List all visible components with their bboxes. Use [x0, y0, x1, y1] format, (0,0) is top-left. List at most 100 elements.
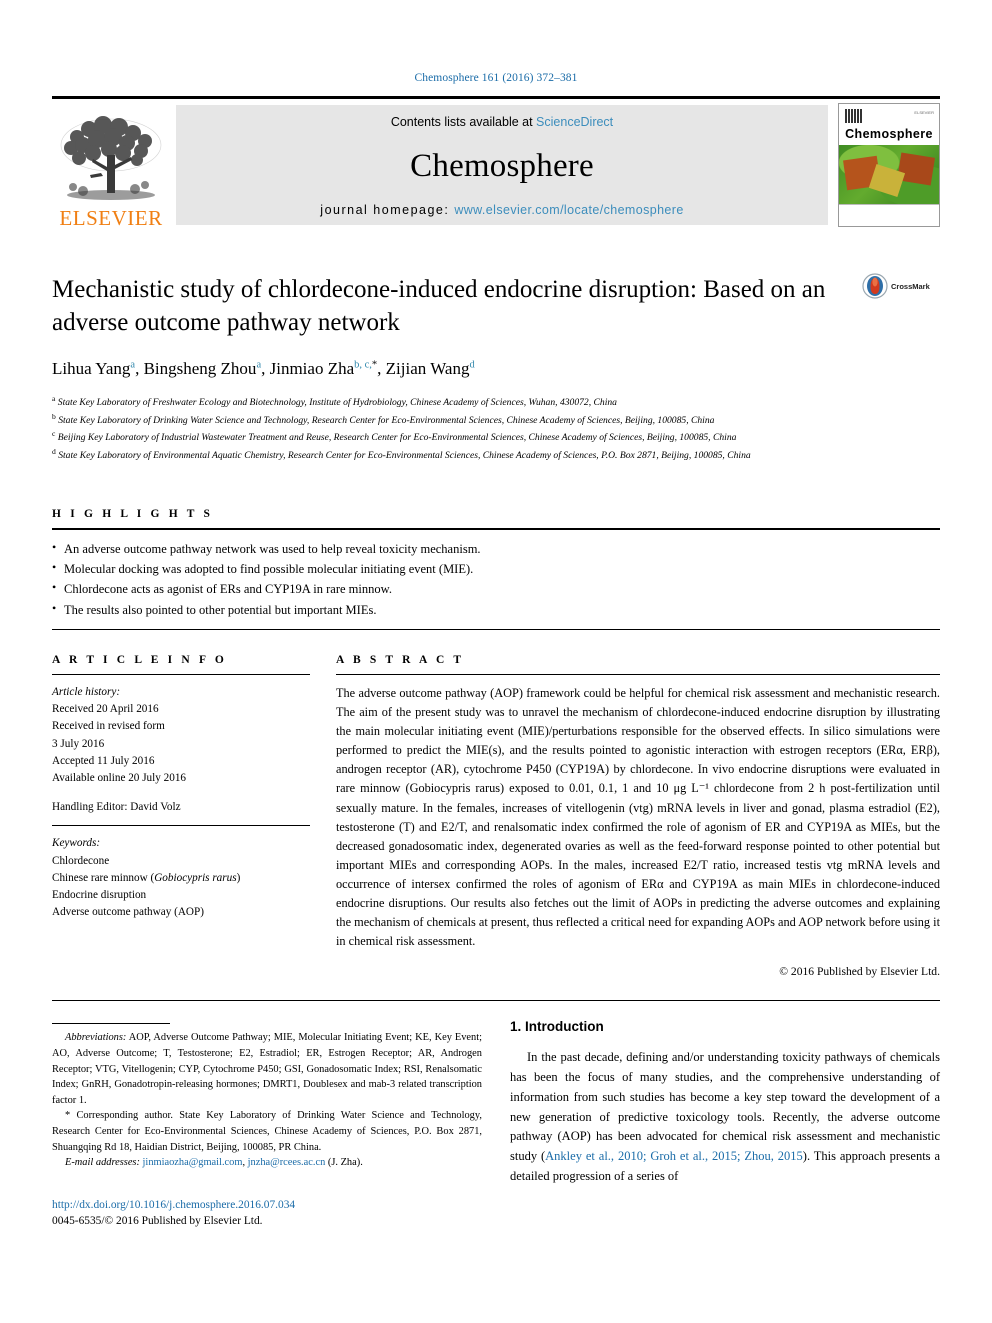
email-link[interactable]: jnzha@rcees.ac.cn: [248, 1157, 326, 1168]
author-name: Zijian Wang: [385, 359, 470, 378]
page-title: Mechanistic study of chlordecone-induced…: [52, 276, 826, 336]
abstract-heading: A B S T R A C T: [336, 653, 465, 666]
list-item: The results also pointed to other potent…: [52, 599, 940, 620]
email-link[interactable]: jinmiaozha@gmail.com: [143, 1157, 243, 1168]
species-name: Gobiocypris rarus: [154, 871, 237, 884]
crossmark-badge[interactable]: CrossMark: [862, 273, 940, 299]
author-affiliation-mark: a: [130, 359, 136, 371]
footnote-separator-rule: [52, 1023, 170, 1025]
issn-copyright-line: 0045-6535/© 2016 Published by Elsevier L…: [52, 1215, 263, 1228]
article-history: Article history: Received 20 April 2016 …: [52, 675, 310, 788]
abstract-text: The adverse outcome pathway (AOP) framew…: [336, 685, 940, 949]
affiliation-item: c Beijing Key Laboratory of Industrial W…: [52, 428, 940, 446]
list-item: Molecular docking was adopted to find po…: [52, 558, 940, 579]
abstract-copyright: © 2016 Published by Elsevier Ltd.: [779, 965, 940, 979]
email-footnote: E-mail addresses: jinmiaozha@gmail.com, …: [65, 1157, 363, 1169]
author-name: Bingsheng Zhou: [143, 359, 257, 378]
journal-cover-thumbnail: ELSEVIER Chemosphere: [838, 103, 940, 227]
footnote-block: Abbreviations: AOP, Adverse Outcome Path…: [52, 1030, 482, 1170]
highlights-heading: H I G H L I G H T S: [52, 507, 214, 520]
highlights-section: H I G H L I G H T S An adverse outcome p…: [52, 508, 940, 630]
abbreviations-label: Abbreviations:: [65, 1032, 127, 1044]
highlights-bottom-rule: [52, 628, 940, 630]
elsevier-tree-icon: [60, 116, 162, 200]
keyword-item: Chlordecone: [52, 854, 110, 867]
author-name: Lihua Yang: [52, 359, 131, 378]
affiliation-mark: b: [52, 411, 56, 421]
page-divider-rule: [52, 1000, 940, 1002]
abbreviations-footnote: Abbreviations: AOP, Adverse Outcome Path…: [52, 1030, 482, 1108]
keywords-block: Keywords: Chlordecone Chinese rare minno…: [52, 826, 310, 921]
email-attribution: (J. Zha).: [327, 1157, 363, 1169]
homepage-url-link[interactable]: www.elsevier.com/locate/chemosphere: [454, 203, 683, 217]
journal-homepage-line: journal homepage: www.elsevier.com/locat…: [320, 203, 683, 217]
author-affiliation-mark: d: [469, 359, 475, 371]
citation-link[interactable]: Ankley et al., 2010; Groh et al., 2015; …: [545, 1149, 803, 1163]
keywords-label: Keywords:: [52, 837, 101, 850]
cover-top: ELSEVIER Chemosphere: [839, 104, 939, 145]
highlights-list: An adverse outcome pathway network was u…: [52, 530, 940, 629]
doi-block: http://dx.doi.org/10.1016/j.chemosphere.…: [52, 1197, 482, 1230]
abstract-column: A B S T R A C T The adverse outcome path…: [336, 653, 940, 979]
barcode-icon: [845, 109, 863, 123]
crossmark-icon: [862, 273, 888, 299]
cover-publisher-label: ELSEVIER: [914, 110, 934, 115]
footer-columns: Abbreviations: AOP, Adverse Outcome Path…: [52, 1019, 940, 1230]
author-list: Lihua Yanga, Bingsheng Zhoua, Jinmiao Zh…: [52, 359, 475, 378]
history-item: Received in revised form: [52, 720, 165, 733]
introduction-heading: 1. Introduction: [510, 1019, 604, 1035]
history-item: Available online 20 July 2016: [52, 772, 187, 785]
affiliation-mark: d: [52, 447, 56, 457]
crossmark-label: CrossMark: [891, 281, 930, 291]
history-item: Accepted 11 July 2016: [52, 754, 155, 767]
email-label: E-mail addresses:: [65, 1157, 140, 1169]
journal-title: Chemosphere: [410, 147, 594, 184]
journal-article-page: Chemosphere 161 (2016) 372–381 ELSEVIER …: [0, 0, 992, 1323]
affiliation-item: d State Key Laboratory of Environmental …: [52, 446, 940, 464]
doi-link[interactable]: http://dx.doi.org/10.1016/j.chemosphere.…: [52, 1197, 482, 1214]
keyword-item: Adverse outcome pathway (AOP): [52, 906, 204, 919]
affiliation-item: a State Key Laboratory of Freshwater Eco…: [52, 393, 940, 411]
cover-bottom: [839, 204, 939, 226]
elsevier-logo: ELSEVIER: [52, 99, 170, 231]
keyword-item: Endocrine disruption: [52, 889, 147, 902]
journal-masthead: ELSEVIER Contents lists available at Sci…: [52, 96, 940, 231]
affiliation-mark: a: [52, 394, 56, 403]
affiliation-list: a State Key Laboratory of Freshwater Eco…: [52, 393, 940, 464]
author-name: Jinmiao Zha: [269, 359, 355, 378]
corresponding-author-footnote: * Corresponding author. State Key Labora…: [52, 1108, 482, 1155]
history-item: Received 20 April 2016: [52, 703, 159, 716]
introduction-body: In the past decade, defining and/or unde…: [510, 1048, 940, 1186]
corresponding-text: Corresponding author. State Key Laborato…: [52, 1110, 482, 1153]
affiliation-text: State Key Laboratory of Environmental Aq…: [58, 450, 751, 462]
affiliation-text: Beijing Key Laboratory of Industrial Was…: [57, 432, 737, 444]
masthead-center-panel: Contents lists available at ScienceDirec…: [176, 105, 828, 225]
handling-editor: Handling Editor: David Volz: [52, 801, 181, 814]
introduction-paragraph: In the past decade, defining and/or unde…: [510, 1048, 940, 1186]
list-item: Chlordecone acts as agonist of ERs and C…: [52, 578, 940, 599]
history-item: 3 July 2016: [52, 737, 105, 750]
abbreviations-text: AOP, Adverse Outcome Pathway; MIE, Molec…: [52, 1032, 482, 1106]
affiliation-text: State Key Laboratory of Freshwater Ecolo…: [57, 397, 617, 409]
affiliation-text: State Key Laboratory of Drinking Water S…: [58, 414, 715, 426]
title-area: Mechanistic study of chlordecone-induced…: [52, 273, 940, 379]
info-abstract-columns: A R T I C L E I N F O Article history: R…: [52, 653, 940, 979]
elsevier-wordmark: ELSEVIER: [59, 206, 163, 230]
footnotes-column: Abbreviations: AOP, Adverse Outcome Path…: [52, 1019, 482, 1230]
cover-journal-name: Chemosphere: [845, 127, 933, 142]
keyword-item: Chinese rare minnow (Gobiocypris rarus): [52, 871, 241, 884]
cover-artwork: [839, 145, 939, 205]
author-affiliation-mark: b, c,: [354, 359, 372, 371]
introduction-column: 1. Introduction In the past decade, defi…: [510, 1019, 940, 1230]
homepage-label: journal homepage:: [320, 203, 455, 217]
affiliation-item: b State Key Laboratory of Drinking Water…: [52, 411, 940, 429]
article-info-heading: A R T I C L E I N F O: [52, 653, 227, 666]
intro-text-part1: In the past decade, defining and/or unde…: [510, 1050, 940, 1164]
list-item: An adverse outcome pathway network was u…: [52, 538, 940, 559]
contents-prefix: Contents lists available at: [390, 115, 537, 129]
contents-line: Contents lists available at ScienceDirec…: [391, 115, 613, 129]
running-head: Chemosphere 161 (2016) 372–381: [414, 72, 578, 84]
author-affiliation-mark: a: [256, 359, 262, 371]
sciencedirect-link[interactable]: ScienceDirect: [536, 115, 613, 129]
article-history-label: Article history:: [52, 685, 121, 698]
